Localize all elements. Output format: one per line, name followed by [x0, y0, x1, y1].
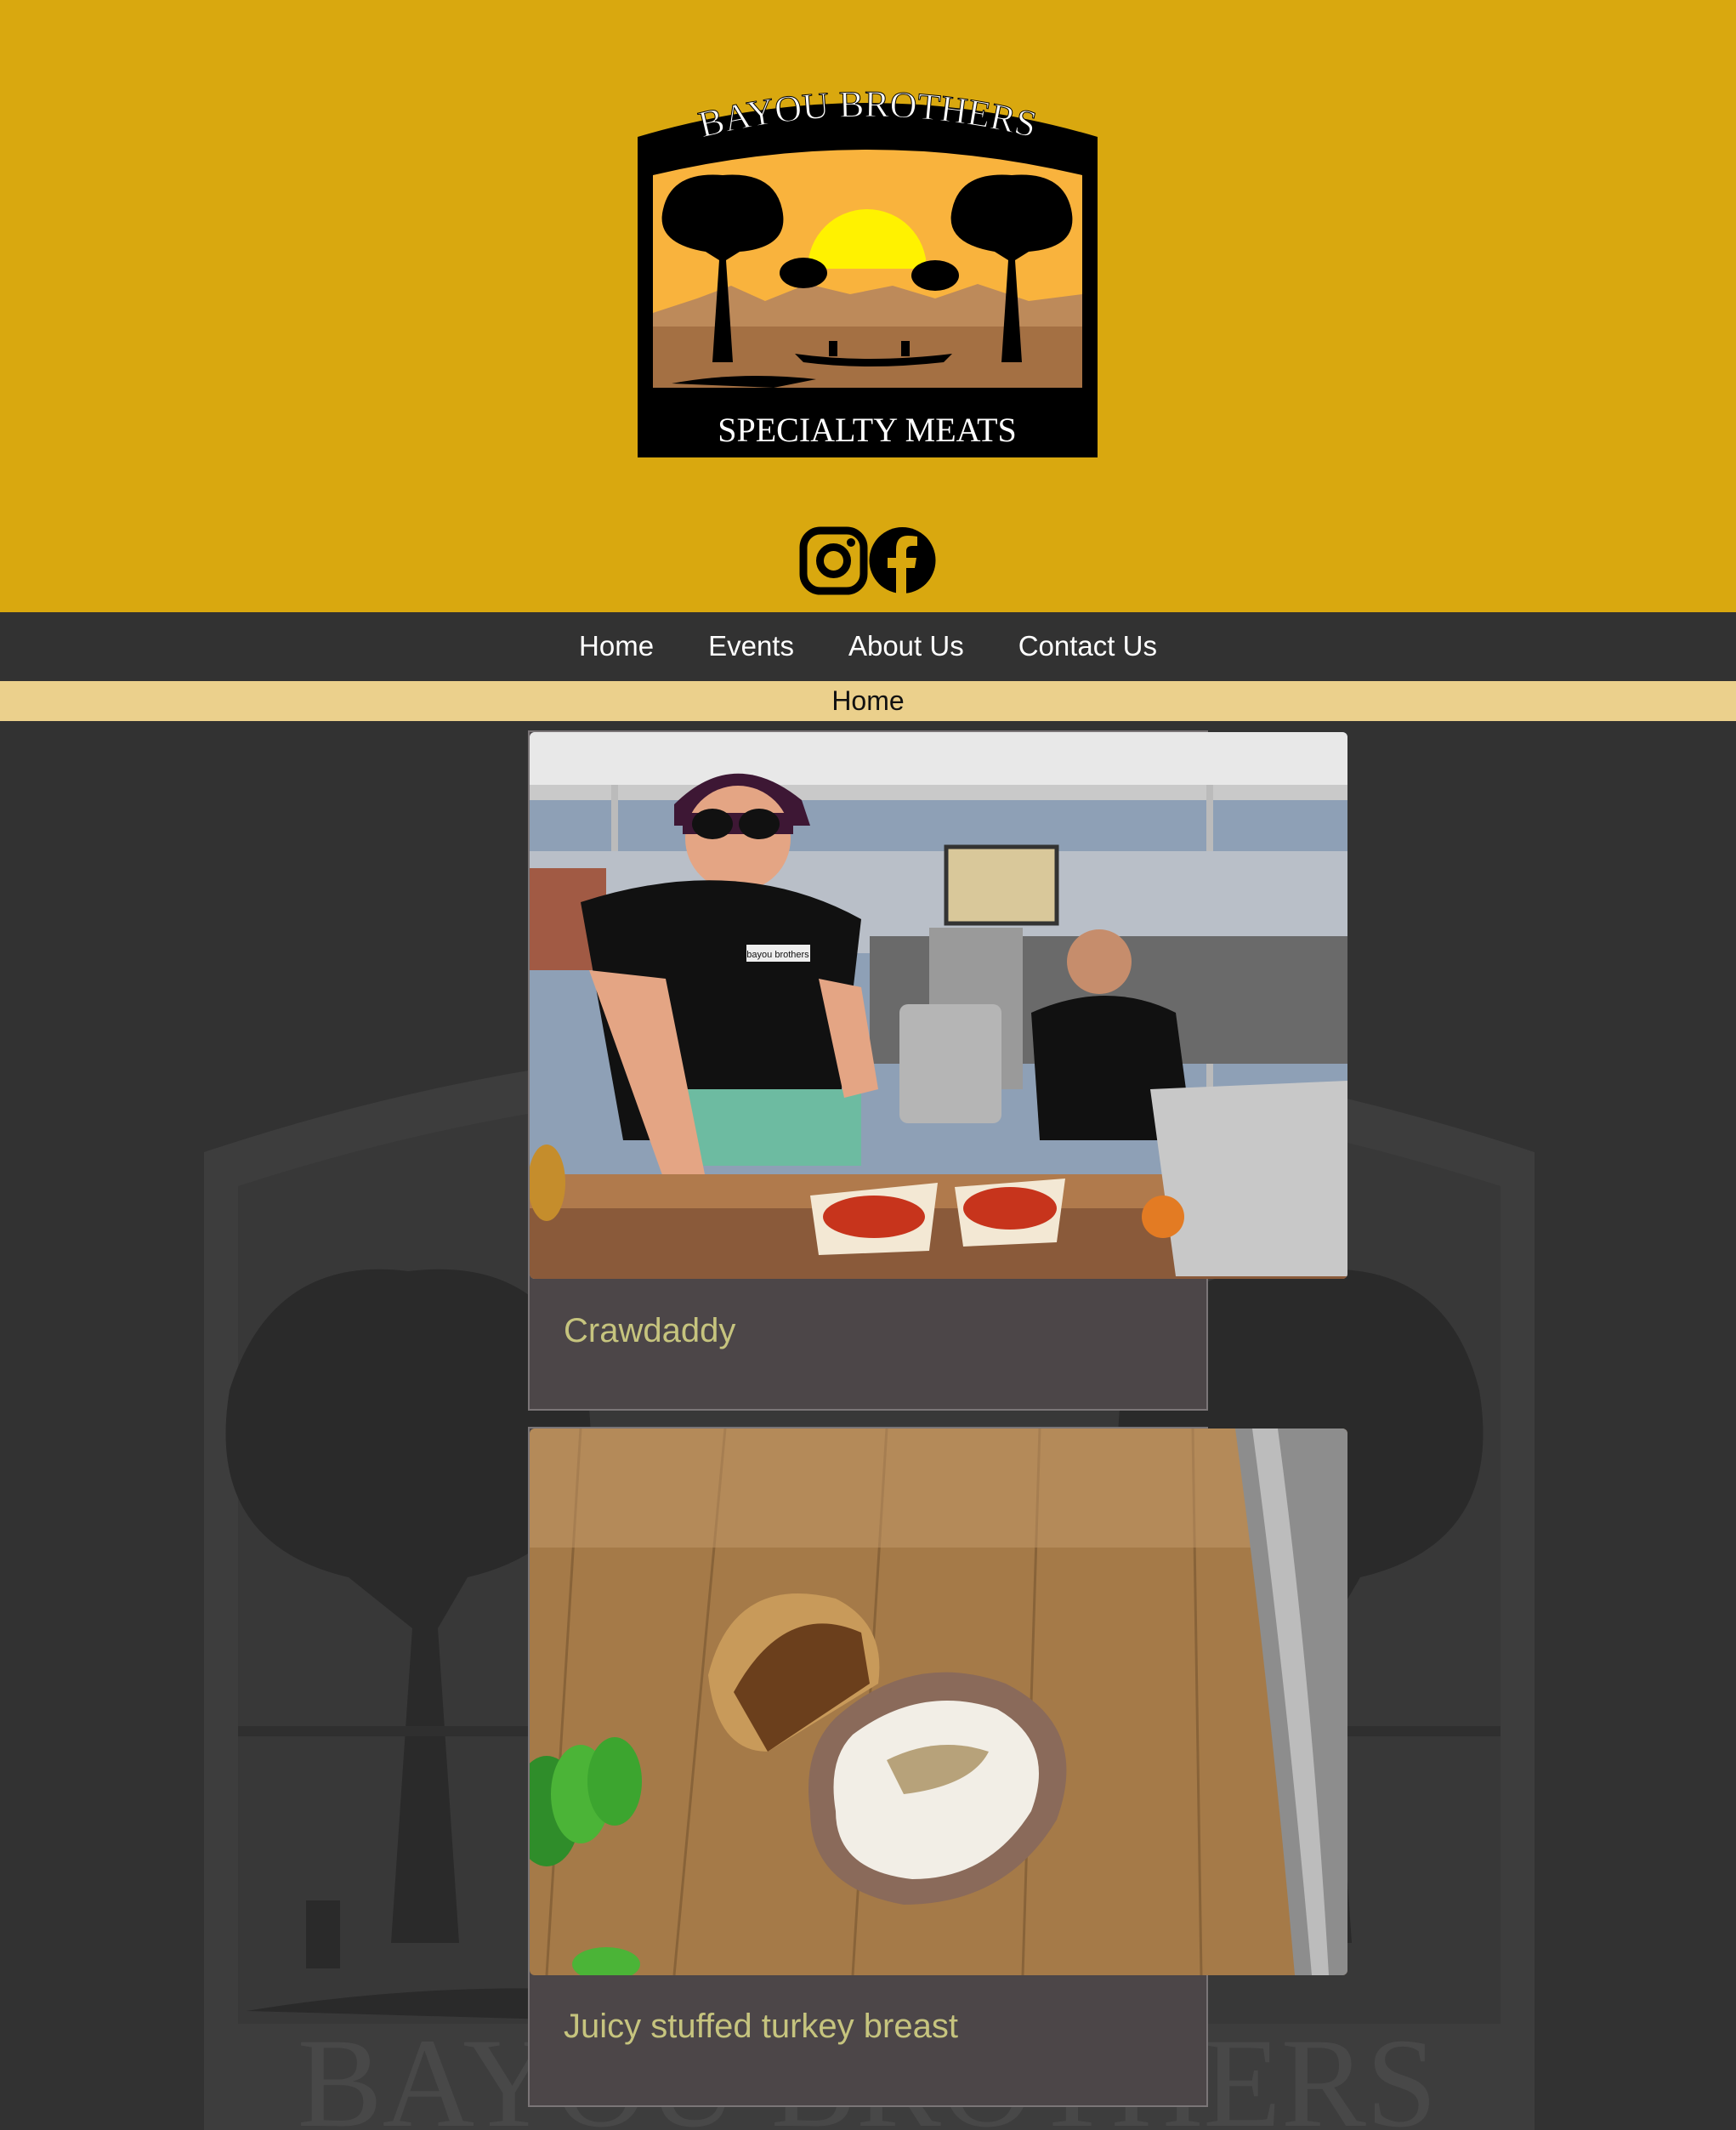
post-title[interactable]: Juicy stuffed turkey breast — [564, 2008, 958, 2046]
breadcrumb-current: Home — [831, 685, 905, 716]
site-header: BAYOU BROTHERS SPECIALTY MEATS — [0, 0, 1736, 612]
social-links — [799, 525, 937, 595]
facebook-icon[interactable] — [868, 525, 937, 595]
post-card-turkey-breast[interactable]: Juicy stuffed turkey breast — [528, 1427, 1347, 2107]
crawdaddy-photo[interactable]: bayou brothers — [530, 732, 1347, 1279]
main-nav: Home Events About Us Contact Us — [0, 612, 1736, 680]
nav-about-us[interactable]: About Us — [848, 630, 964, 662]
post-title[interactable]: Crawdaddy — [564, 1312, 735, 1350]
logo-bottom-text: SPECIALTY MEATS — [718, 411, 1017, 449]
nav-events[interactable]: Events — [708, 630, 794, 662]
nav-home[interactable]: Home — [579, 630, 654, 662]
nav-contact-us[interactable]: Contact Us — [1018, 630, 1157, 662]
turkey-breast-photo[interactable] — [530, 1429, 1347, 1975]
instagram-icon[interactable] — [799, 525, 868, 595]
post-card-crawdaddy[interactable]: bayou brothers Crawdaddy — [528, 730, 1347, 1411]
shirt-tag-text: bayou brothers — [746, 950, 809, 960]
bayou-brothers-logo[interactable]: BAYOU BROTHERS SPECIALTY MEATS — [638, 90, 1098, 457]
breadcrumb: Home — [0, 681, 1736, 721]
